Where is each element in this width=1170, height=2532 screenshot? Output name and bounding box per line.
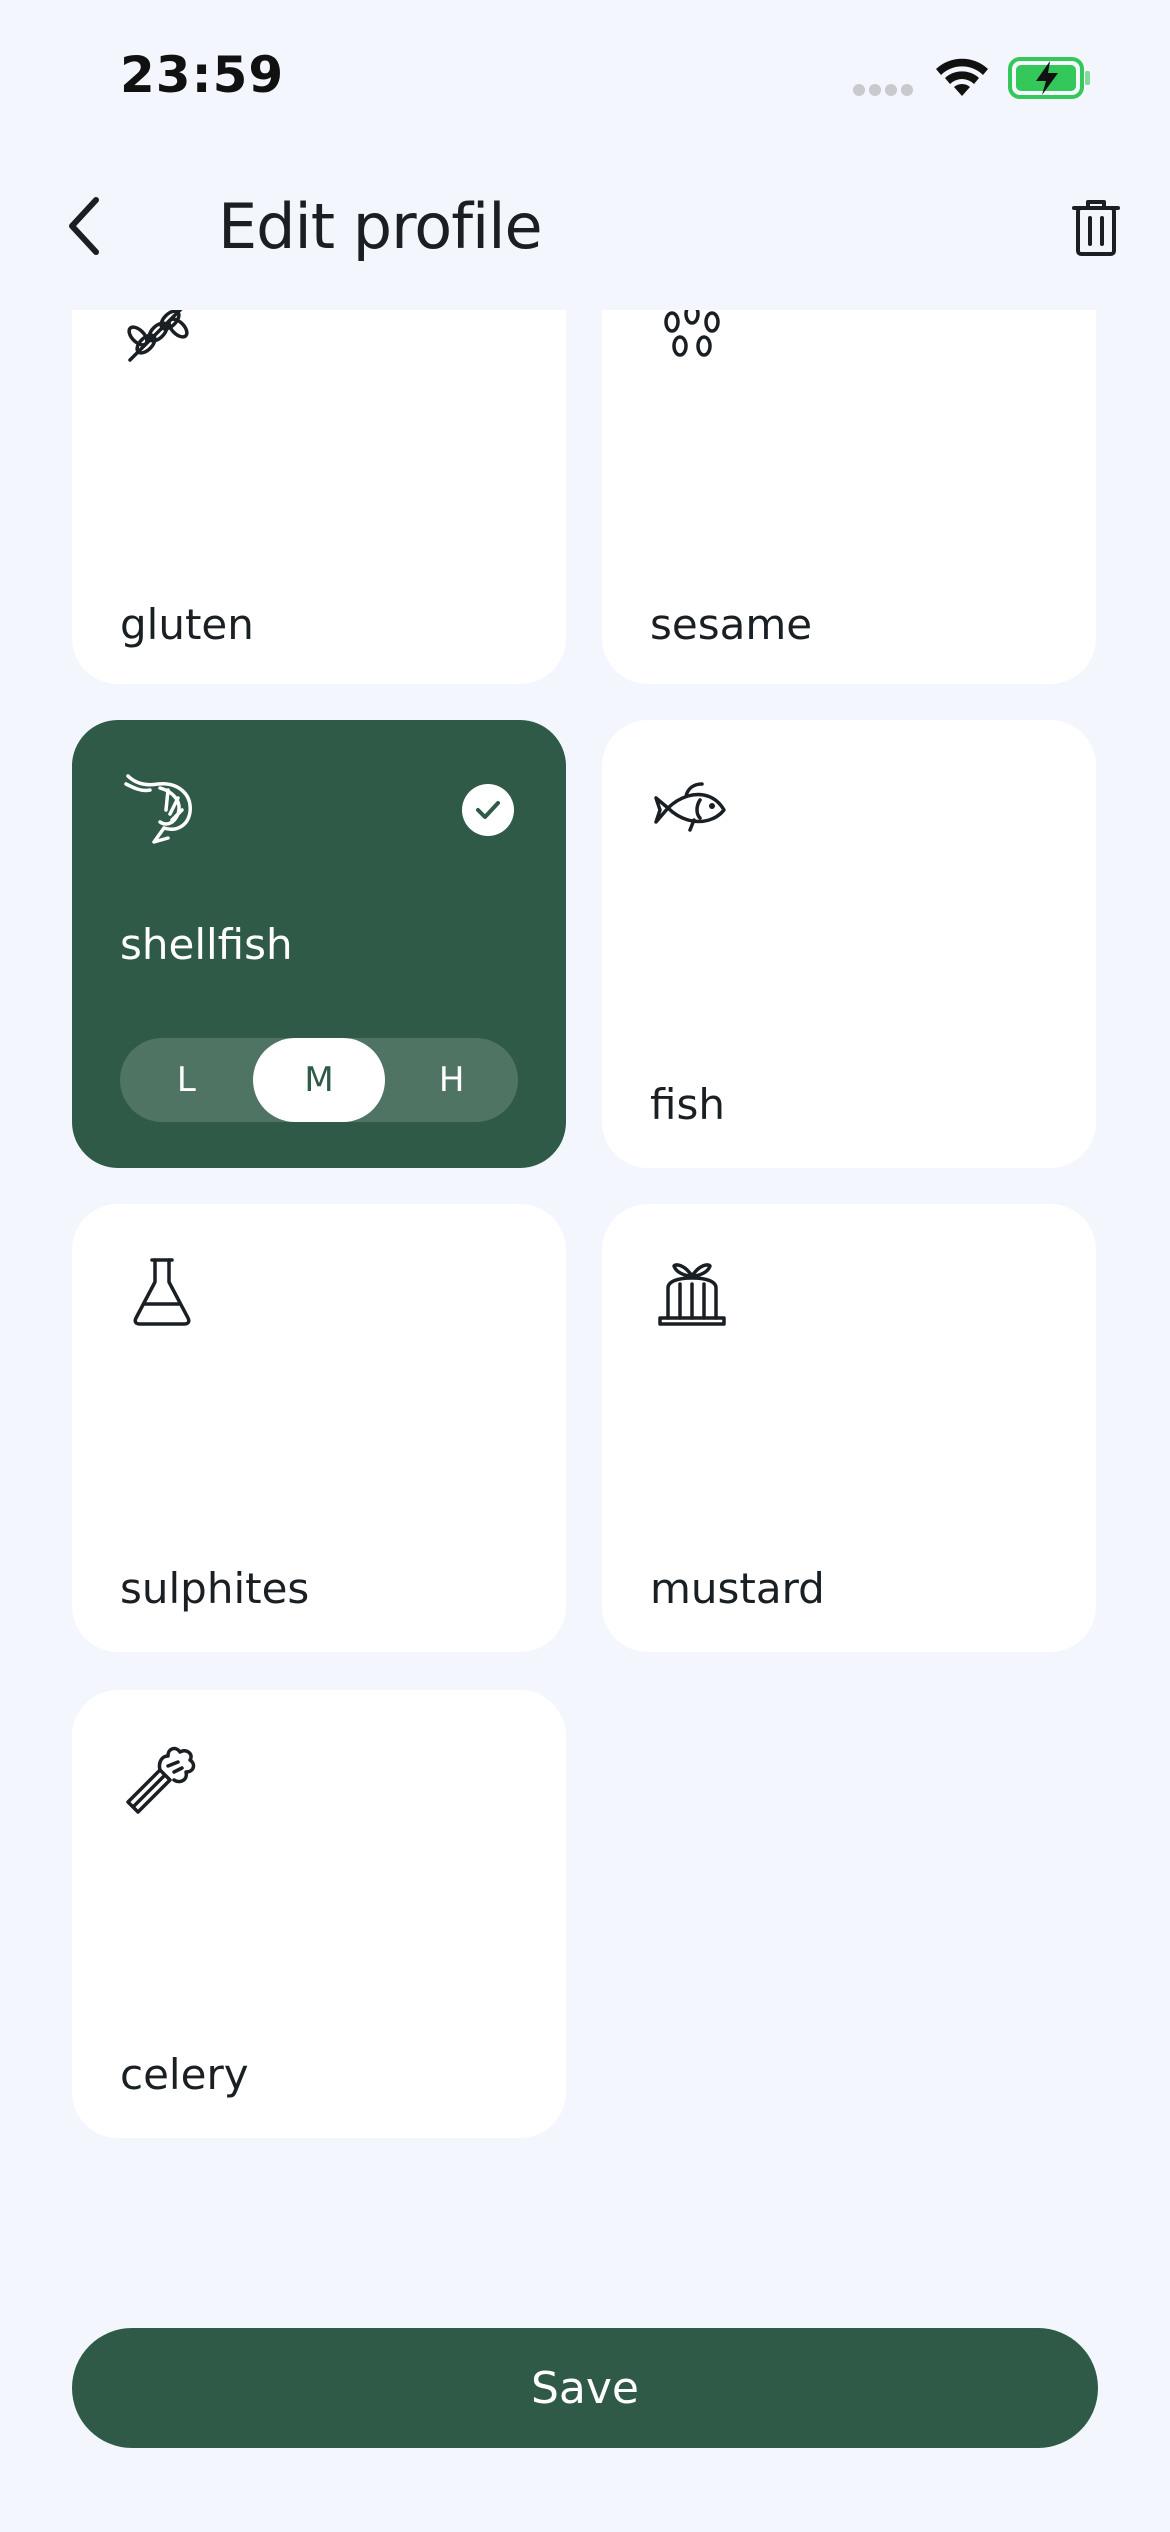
delete-profile-button[interactable] (1060, 188, 1132, 268)
allergen-card-shellfish[interactable]: shellfish L M H (72, 720, 566, 1168)
allergen-card-mustard[interactable]: mustard (602, 1204, 1096, 1652)
flask-icon (133, 1258, 191, 1326)
back-button[interactable] (48, 190, 120, 262)
allergen-card-gluten[interactable]: gluten (72, 310, 566, 684)
allergen-card-sulphites[interactable]: sulphites (72, 1204, 566, 1652)
trash-icon (1072, 200, 1120, 256)
allergen-label: sulphites (120, 1564, 310, 1613)
battery-charging-icon (1008, 57, 1090, 99)
allergen-label: gluten (120, 600, 254, 649)
severity-level-toggle: L M H (120, 1038, 518, 1122)
selected-check-icon (462, 784, 514, 836)
wifi-icon (936, 58, 988, 96)
shrimp-icon (124, 774, 192, 844)
celery-icon (126, 1746, 196, 1814)
sesame-seeds-icon (664, 310, 720, 357)
save-button[interactable]: Save (72, 2328, 1098, 2448)
level-option-medium[interactable]: M (252, 1038, 386, 1122)
allergen-card-sesame[interactable]: sesame (602, 310, 1096, 684)
mustard-pot-icon (658, 1263, 726, 1326)
allergen-label: sesame (650, 600, 813, 649)
status-bar: 23:59 (0, 0, 1170, 150)
page-title: Edit profile (218, 190, 543, 263)
allergen-grid: gluten sesame shellfish L M H fish sulph… (0, 310, 1170, 2310)
fish-icon (654, 782, 726, 832)
cellular-signal-icon (853, 84, 915, 96)
allergen-label: shellfish (120, 920, 293, 969)
level-option-high[interactable]: H (385, 1038, 518, 1122)
allergen-card-celery[interactable]: celery (72, 1690, 566, 2138)
allergen-label: celery (120, 2050, 249, 2099)
allergen-label: mustard (650, 1564, 825, 1613)
level-option-low[interactable]: L (120, 1038, 253, 1122)
chevron-left-icon (69, 197, 99, 255)
allergen-card-fish[interactable]: fish (602, 720, 1096, 1168)
allergen-label: fish (650, 1080, 725, 1129)
header: Edit profile (0, 150, 1170, 310)
wheat-icon (127, 310, 189, 362)
status-time: 23:59 (120, 46, 285, 104)
